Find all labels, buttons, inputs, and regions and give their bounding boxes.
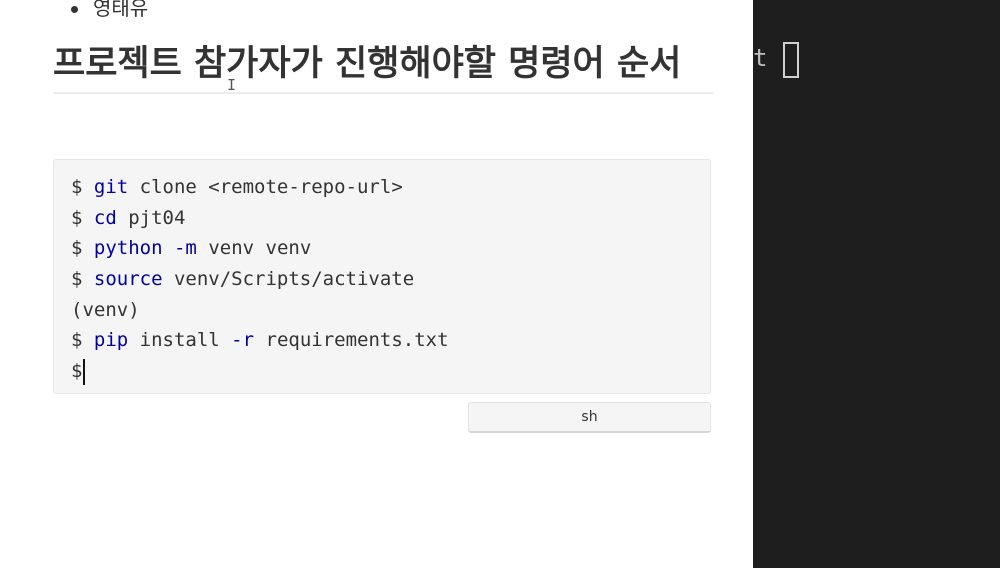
code-token-cmd: source bbox=[93, 268, 163, 291]
text-caret-icon bbox=[83, 358, 86, 385]
code-token-arg: requirements.txt bbox=[254, 329, 449, 352]
code-token-arg bbox=[163, 237, 174, 259]
code-token-cmd: pip bbox=[93, 329, 129, 352]
bullet-dot-icon bbox=[71, 6, 78, 13]
terminal-block-cursor-icon bbox=[783, 42, 799, 78]
bullet-text: 영태유 bbox=[93, 0, 149, 20]
markdown-preview-pane[interactable]: 영태유 프로젝트 참가자가 진행해야할 명령어 순서 I $ git clone… bbox=[11, 0, 753, 568]
code-line: $ python -m venv venv bbox=[71, 233, 693, 264]
code-line: $ git clone <remote-repo-url> bbox=[71, 172, 693, 203]
code-token-arg: clone <remote-repo-url> bbox=[128, 176, 403, 198]
code-language-button[interactable]: sh bbox=[468, 402, 711, 433]
code-token-prompt: $ bbox=[71, 176, 94, 198]
code-token-prompt: $ bbox=[71, 237, 94, 260]
code-token-cmd: git bbox=[93, 176, 129, 198]
code-token-prompt: $ bbox=[71, 360, 83, 383]
terminal-text: t bbox=[753, 44, 768, 72]
code-token-arg: venv/Scripts/activate bbox=[162, 268, 415, 291]
code-line: $ cd pjt04 bbox=[71, 203, 693, 234]
code-token-arg: (venv) bbox=[71, 298, 140, 321]
code-token-arg: pjt04 bbox=[116, 206, 186, 229]
code-line: $ bbox=[71, 356, 693, 387]
code-token-flag: -m bbox=[173, 237, 197, 260]
code-token-cmd: python bbox=[93, 237, 163, 260]
code-block[interactable]: $ git clone <remote-repo-url> $ cd pjt04 $… bbox=[53, 159, 711, 394]
terminal-pane[interactable]: t bbox=[753, 0, 1000, 568]
code-line: $ pip install -r requirements.txt bbox=[71, 325, 693, 356]
code-token-prompt: $ bbox=[71, 329, 94, 352]
code-line: (venv) bbox=[71, 295, 693, 326]
code-token-arg: install bbox=[128, 329, 232, 352]
section-heading: 프로젝트 참가자가 진행해야할 명령어 순서 bbox=[53, 40, 713, 94]
code-line: $ source venv/Scripts/activate bbox=[71, 264, 693, 295]
code-token-prompt: $ bbox=[71, 268, 94, 291]
code-token-arg: venv venv bbox=[196, 237, 312, 260]
mouse-ibeam-cursor-icon: I bbox=[227, 76, 237, 94]
code-token-prompt: $ bbox=[71, 206, 94, 229]
code-token-flag: -r bbox=[231, 329, 255, 352]
bullet-list-item: 영태유 bbox=[71, 0, 148, 21]
code-token-cmd: cd bbox=[93, 206, 117, 229]
